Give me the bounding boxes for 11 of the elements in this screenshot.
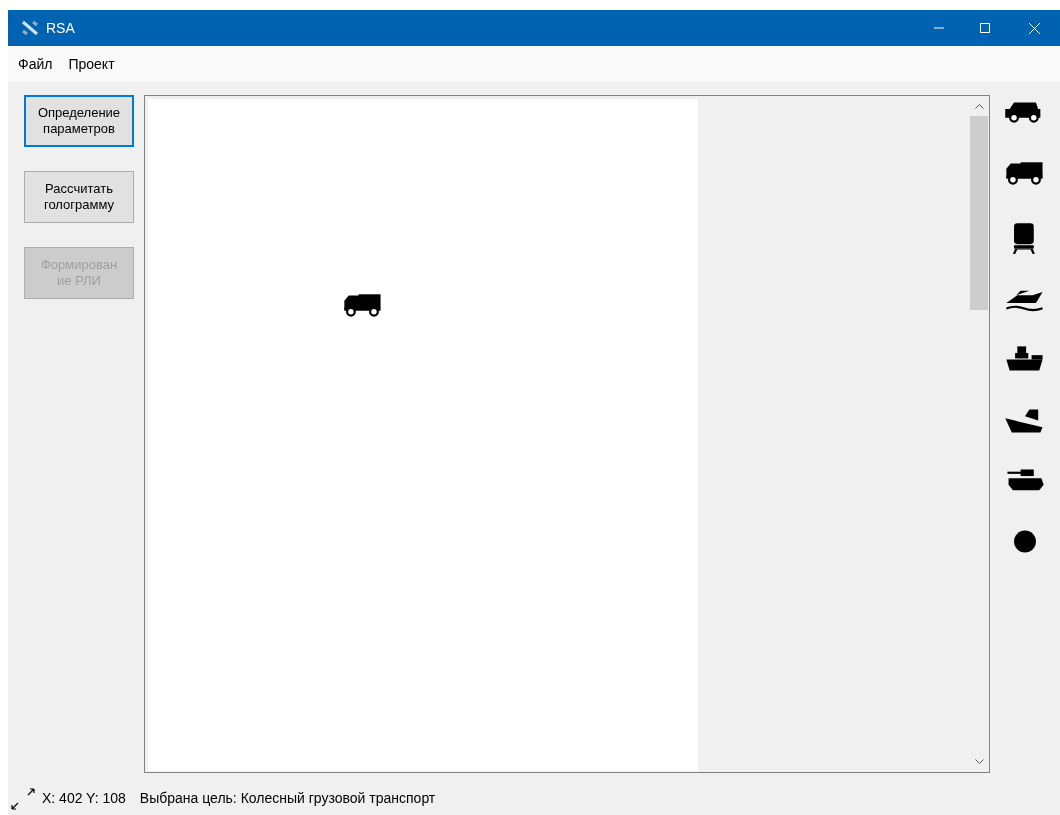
action-button[interactable]: Определение параметров [24, 95, 134, 147]
menu-item[interactable]: Проект [60, 53, 123, 75]
status-message: Выбрана цель: Колесный грузовой транспорт [139, 788, 436, 808]
action-button[interactable]: Рассчитать голограмму [24, 171, 134, 223]
coordinates-text: X: 402 Y: 108 [42, 788, 126, 808]
satellite-icon [20, 20, 40, 36]
close-icon [1028, 22, 1040, 34]
window-title: RSA [46, 18, 75, 38]
menu-item[interactable]: Файл [10, 53, 61, 75]
scroll-thumb[interactable] [970, 116, 988, 310]
maximize-icon [980, 23, 990, 33]
